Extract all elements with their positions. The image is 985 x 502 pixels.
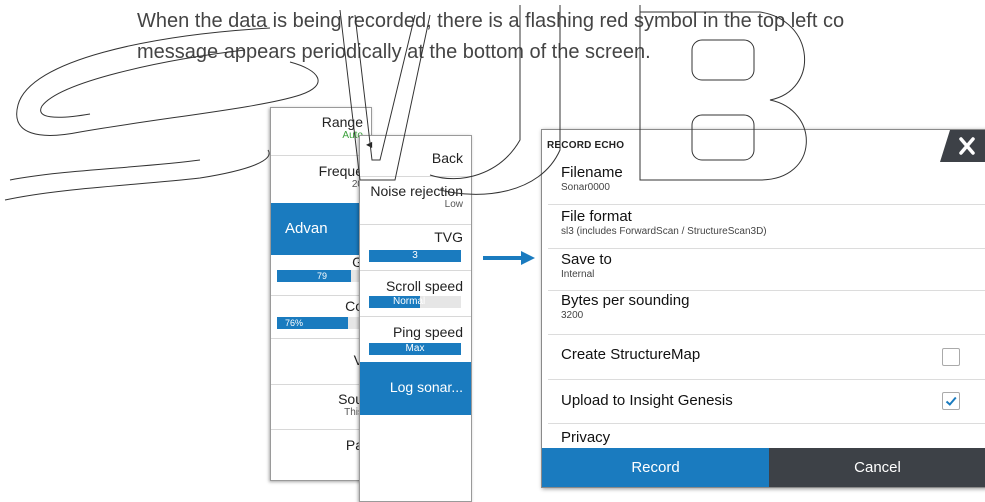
settings-menu: Range Auto Freque 20 Advan G 79 Co 76% V… <box>270 107 372 481</box>
save-to-row[interactable]: Save to Internal <box>561 251 985 280</box>
close-icon[interactable] <box>940 130 985 162</box>
back-caret-icon: ◀ <box>366 140 373 149</box>
bytes-per-sounding-row[interactable]: Bytes per sounding 3200 <box>561 292 985 321</box>
scroll-speed-slider-value: Normal <box>393 296 426 307</box>
divider <box>360 270 471 271</box>
record-echo-dialog: RECORD ECHO Filename Sonar0000 File form… <box>541 129 985 488</box>
file-format-label: File format <box>561 208 632 225</box>
gain-slider-value: 79 <box>317 271 328 281</box>
log-sonar-label: Log sonar... <box>389 379 463 395</box>
tvg-slider[interactable]: 3 <box>369 250 461 262</box>
filename-row[interactable]: Filename Sonar0000 <box>561 164 985 193</box>
create-structuremap-label: Create StructureMap <box>561 346 701 363</box>
menu-item-range-label: Range <box>321 114 363 130</box>
noise-rejection-label: Noise rejection <box>370 183 463 199</box>
filename-label: Filename <box>561 164 623 181</box>
bytes-per-sounding-label: Bytes per sounding <box>561 292 690 309</box>
upload-insight-genesis-row[interactable]: Upload to Insight Genesis <box>561 392 985 409</box>
divider <box>360 224 471 225</box>
advanced-submenu: ◀ Back Noise rejection Low TVG 3 Scroll … <box>359 135 472 502</box>
tvg-label: TVG <box>434 229 463 245</box>
divider <box>548 248 985 249</box>
create-structuremap-checkbox[interactable] <box>942 348 960 366</box>
divider <box>548 423 985 424</box>
scroll-speed-label: Scroll speed <box>385 278 463 294</box>
filename-value: Sonar0000 <box>561 182 610 193</box>
menu-item-advanced-label: Advan <box>285 220 328 237</box>
tvg-slider-value: 3 <box>412 250 418 261</box>
arrow-right-icon <box>483 251 535 265</box>
menu-item-range[interactable]: Range Auto <box>322 114 363 141</box>
privacy-row[interactable]: Privacy <box>561 429 985 446</box>
dialog-title: RECORD ECHO <box>547 140 625 151</box>
menu-item-advanced[interactable]: Advan <box>271 203 371 255</box>
divider <box>271 429 371 430</box>
cancel-button[interactable]: Cancel <box>769 448 985 487</box>
menu-item-range-value: Auto <box>342 130 363 141</box>
divider <box>271 384 371 385</box>
menu-item-noise-rejection[interactable]: Noise rejection Low <box>370 183 463 210</box>
ping-speed-slider[interactable]: Max <box>369 343 461 355</box>
ping-speed-label: Ping speed <box>392 324 463 340</box>
intro-line-2: message appears periodically at the bott… <box>137 41 651 63</box>
privacy-label: Privacy <box>561 429 611 446</box>
menu-item-frequency-value: 20 <box>351 179 363 190</box>
divider <box>360 316 471 317</box>
upload-insight-genesis-label: Upload to Insight Genesis <box>561 392 733 409</box>
divider <box>360 176 471 177</box>
divider <box>548 334 985 335</box>
back-button[interactable]: Back <box>432 150 463 166</box>
contrast-slider-value: 76% <box>285 318 304 328</box>
divider <box>271 338 371 339</box>
divider <box>271 155 371 156</box>
file-format-value: sl3 (includes ForwardScan / StructureSca… <box>561 226 767 237</box>
file-format-row[interactable]: File format sl3 (includes ForwardScan / … <box>561 208 985 237</box>
checkmark-icon <box>945 396 957 406</box>
divider <box>548 379 985 380</box>
record-button[interactable]: Record <box>542 448 769 487</box>
bytes-per-sounding-value: 3200 <box>561 310 584 321</box>
menu-item-frequency-label: Freque <box>318 163 363 179</box>
gain-slider-fill <box>277 270 352 282</box>
menu-item-frequency[interactable]: Freque 20 <box>319 163 363 190</box>
intro-text: When the data is being recorded, there i… <box>137 6 985 68</box>
contrast-slider[interactable]: 76% <box>277 317 371 329</box>
noise-rejection-value: Low <box>444 199 463 210</box>
scroll-speed-slider[interactable]: Normal <box>369 296 461 308</box>
upload-insight-genesis-checkbox[interactable] <box>942 392 960 410</box>
save-to-label: Save to <box>561 251 612 268</box>
save-to-value: Internal <box>561 269 595 280</box>
intro-line-1: When the data is being recorded, there i… <box>137 10 845 32</box>
divider <box>548 290 985 291</box>
divider <box>548 204 985 205</box>
log-sonar-button[interactable]: Log sonar... <box>360 362 471 415</box>
ping-speed-slider-value: Max <box>405 343 425 354</box>
divider <box>271 295 371 296</box>
gain-slider[interactable]: 79 <box>277 270 371 282</box>
create-structuremap-row[interactable]: Create StructureMap <box>561 346 985 363</box>
